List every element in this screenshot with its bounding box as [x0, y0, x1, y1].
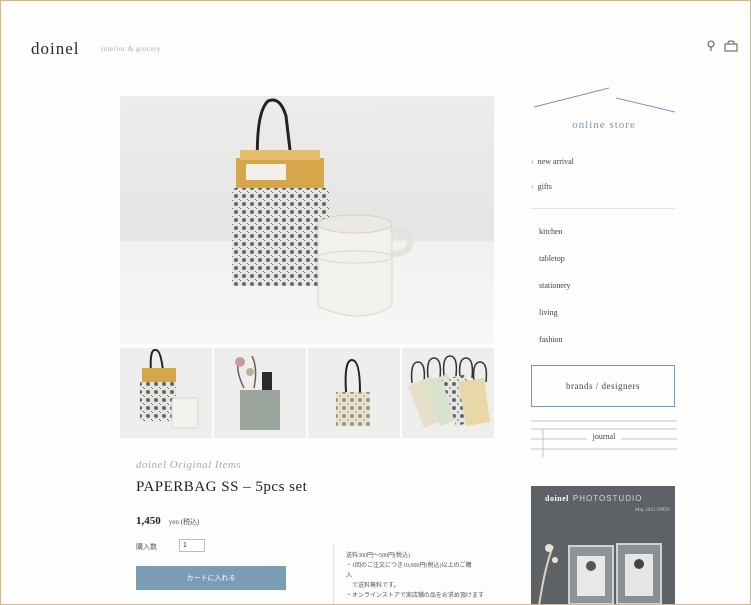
quantity-label: 購入数: [136, 543, 157, 551]
nav-kitchen[interactable]: kitchen: [539, 226, 669, 253]
photostudio-banner[interactable]: doinel PHOTOSTUDIO May 2021 OPEN: [531, 486, 675, 604]
add-to-cart-button[interactable]: カートに入れる: [136, 566, 286, 590]
nav-fashion[interactable]: fashion: [539, 334, 669, 361]
banner-image: [538, 543, 662, 604]
thumbnail-strip: [120, 348, 494, 438]
thumbnail-2[interactable]: [214, 348, 306, 438]
note-line: 送料300円～500円(税込): [346, 553, 410, 559]
nav-new-arrival[interactable]: › new arrival: [531, 156, 675, 181]
online-store-title: online store: [572, 119, 636, 131]
product-title: PAPERBAG SS – 5pcs set: [136, 479, 308, 495]
chevron-right-icon: ›: [531, 157, 534, 166]
price-block: 1,450 yen (税込): [136, 511, 199, 529]
journal-text: journal: [586, 432, 622, 441]
product-price: 1,450: [136, 515, 161, 527]
shipping-notes: 送料300円～500円(税込) ・1回のご注文につき10,000円(税込)以上の…: [346, 551, 496, 601]
nav-tabletop[interactable]: tabletop: [539, 253, 669, 280]
brands-designers-button[interactable]: brands / designers: [531, 365, 675, 407]
nav-label: gifts: [537, 182, 552, 191]
tax-note: yen (税込): [168, 518, 200, 526]
product-brand: doinel Original Items: [136, 459, 242, 471]
note-line: ・オンラインストアで実店舗の品をお求め頂けます: [346, 593, 484, 599]
note-line: ・1回のご注文につき10,000円(税込)以上のご購: [346, 563, 472, 569]
sidebar-divider: [531, 208, 675, 209]
nav-label: new arrival: [537, 157, 574, 166]
search-icon[interactable]: [706, 39, 716, 57]
nav-gifts[interactable]: › gifts: [531, 181, 675, 206]
roof-ornament: [533, 87, 676, 113]
page-frame: doinel interior & grocery doinel Origina…: [0, 0, 751, 605]
thumbnail-1[interactable]: [120, 348, 212, 438]
bag-icon[interactable]: [724, 39, 738, 57]
product-main-image[interactable]: [120, 96, 494, 344]
site-logo[interactable]: doinel: [31, 39, 80, 59]
journal-label: journal: [531, 432, 677, 441]
info-divider: [333, 544, 334, 604]
feature-nav: › new arrival › gifts: [531, 156, 675, 206]
chevron-right-icon: ›: [531, 182, 534, 191]
journal-link[interactable]: journal: [531, 417, 677, 457]
nav-stationery[interactable]: stationery: [539, 280, 669, 307]
thumbnail-4[interactable]: [402, 348, 494, 438]
nav-living[interactable]: living: [539, 307, 669, 334]
note-line: 入: [346, 573, 353, 579]
header-icons: [706, 39, 738, 57]
quantity-input[interactable]: [179, 539, 205, 552]
note-line: で送料無料です。: [346, 583, 400, 589]
category-nav: kitchen tabletop stationery living fashi…: [539, 226, 669, 361]
thumbnail-3[interactable]: [308, 348, 400, 438]
site-tagline: interior & grocery: [101, 45, 161, 53]
